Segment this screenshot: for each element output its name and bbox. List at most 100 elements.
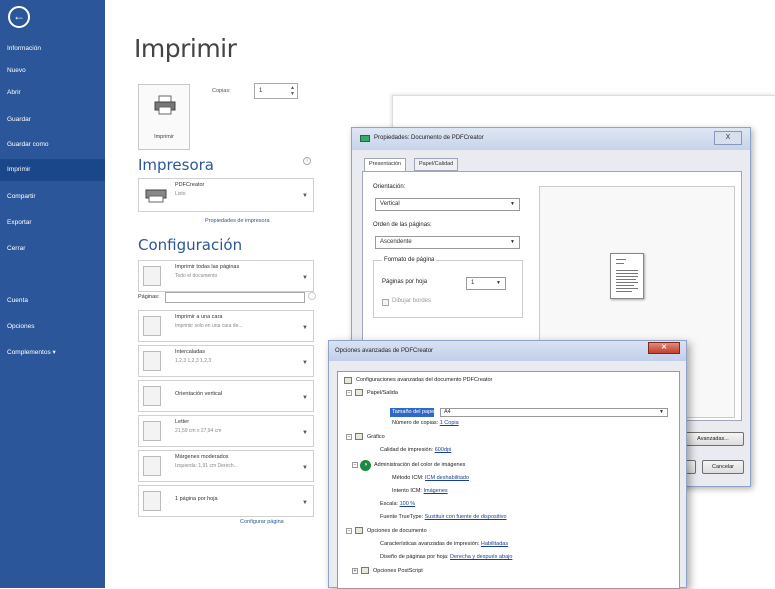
printer-icon xyxy=(344,377,352,384)
tree-postscript-options[interactable]: Opciones PostScript xyxy=(373,568,423,574)
tree-color-management[interactable]: Administración del color de imágenes xyxy=(374,462,465,468)
page-design-label: Diseño de páginas por hoja: xyxy=(380,554,449,560)
paper-size-label: Tamaño del papel: xyxy=(392,409,437,415)
tab-papel-calidad[interactable]: Papel/Calidad xyxy=(414,158,459,171)
setting-main: Márgenes moderados xyxy=(175,454,229,460)
close-button[interactable]: X xyxy=(714,131,742,145)
draw-borders-checkbox[interactable] xyxy=(382,299,389,306)
sides-dropdown[interactable]: Imprimir a una cara Imprimir solo en una… xyxy=(138,310,314,342)
scale-label: Escala: xyxy=(380,501,399,507)
sidebar-item-opciones[interactable]: Opciones xyxy=(0,316,105,338)
advanced-button[interactable]: Avanzadas... xyxy=(682,432,744,446)
print-button[interactable]: Imprimir xyxy=(138,84,190,150)
chevron-down-icon: ▼ xyxy=(302,359,308,366)
tree-print-quality-item[interactable]: Calidad de impresión: 600dpi xyxy=(380,447,451,453)
paper-size-value: A4 xyxy=(444,409,451,415)
truetype-value: Sustituir con fuente de dispositivo xyxy=(424,514,507,520)
orientation-select[interactable]: Vertical ▼ xyxy=(375,198,520,211)
page-setup-link[interactable]: Configurar página xyxy=(240,519,284,525)
pages-per-sheet-dropdown[interactable]: 1 página por hoja ▼ xyxy=(138,485,314,517)
sidebar-item-imprimir[interactable]: Imprimir xyxy=(0,159,105,181)
chevron-down-icon: ▼ xyxy=(510,201,515,207)
setting-main: Intercaladas xyxy=(175,349,205,355)
setting-main: Letter xyxy=(175,419,190,425)
dialog-titlebar[interactable]: Opciones avanzadas de PDFCreator ✕ xyxy=(329,341,686,361)
icm-method-label: Método ICM: xyxy=(392,475,424,481)
setting-main: Imprimir a una cara xyxy=(175,314,223,320)
collapse-icon[interactable]: − xyxy=(346,434,352,440)
orientation-value: Vertical xyxy=(380,201,400,207)
page-format-group: Formato de página Páginas por hoja 1 ▼ Di… xyxy=(373,257,523,318)
margins-dropdown[interactable]: Márgenes moderados Izquierda: 1,91 cm De… xyxy=(138,450,314,482)
pages-per-sheet-label: Páginas por hoja xyxy=(382,279,428,285)
sidebar-item-nuevo[interactable]: Nuevo xyxy=(0,60,105,82)
sidebar-item-cerrar[interactable]: Cerrar xyxy=(0,238,105,260)
sidebar-item-exportar[interactable]: Exportar xyxy=(0,212,105,234)
collated-icon xyxy=(143,351,161,371)
page-order-select[interactable]: Ascendente ▼ xyxy=(375,236,520,249)
paper-size-dropdown[interactable]: Letter 21,59 cm x 27,94 cm ▼ xyxy=(138,415,314,447)
printer-dropdown[interactable]: PDFCreator Listo ▼ xyxy=(138,178,314,212)
paper-size-select[interactable]: A4 ▼ xyxy=(440,408,668,417)
tab-presentacion[interactable]: Presentación xyxy=(364,158,407,172)
setting-main: Orientación vertical xyxy=(175,391,223,397)
copies-label: Copias: xyxy=(212,88,231,94)
pages-input[interactable] xyxy=(165,292,305,303)
sidebar-item-guardar-como[interactable]: Guardar como xyxy=(0,134,105,156)
printer-properties-link[interactable]: Propiedades de impresora xyxy=(205,218,270,224)
one-sided-icon xyxy=(143,316,161,336)
print-range-dropdown[interactable]: Imprimir todas las páginas Todo el docum… xyxy=(138,260,314,292)
config-section-title: Configuración xyxy=(138,236,243,254)
print-quality-value: 600dpi xyxy=(434,447,452,453)
expand-icon[interactable]: + xyxy=(352,568,358,574)
collapse-icon[interactable]: − xyxy=(346,390,352,396)
printer-icon xyxy=(360,135,370,142)
setting-sub: Izquierda: 1,91 cm Derech... xyxy=(175,463,238,469)
icm-intent-label: Intento ICM: xyxy=(392,488,422,494)
page-format-label: Formato de página xyxy=(382,257,437,263)
backstage-sidebar: ← Información Nuevo Abrir Guardar Guarda… xyxy=(0,0,105,588)
tree-document-options[interactable]: Opciones de documento xyxy=(367,528,427,534)
tree-icm-method-item[interactable]: Método ICM: ICM deshabilitado xyxy=(392,475,469,481)
dialog-title: Propiedades: Documento de PDFCreator xyxy=(374,135,484,141)
info-icon[interactable] xyxy=(308,292,316,300)
info-icon[interactable]: i xyxy=(303,157,311,165)
tree-root[interactable]: Configuraciones avanzadas del documento … xyxy=(356,377,492,383)
tree-scale-item[interactable]: Escala: 100 % xyxy=(380,501,415,507)
pages-per-sheet-select[interactable]: 1 ▼ xyxy=(466,277,506,290)
collate-dropdown[interactable]: Intercaladas 1,2,3 1,2,3 1,2,3 ▼ xyxy=(138,345,314,377)
cancel-button[interactable]: Cancelar xyxy=(702,460,744,474)
paper-size-icon xyxy=(143,421,161,441)
copies-value: 1 Copia xyxy=(439,420,459,426)
sidebar-item-cuenta[interactable]: Cuenta xyxy=(0,290,105,312)
collapse-icon[interactable]: − xyxy=(346,528,352,534)
back-arrow-icon[interactable]: ← xyxy=(8,6,30,28)
sidebar-item-informacion[interactable]: Información xyxy=(0,38,105,60)
spin-arrows-icon[interactable]: ▲ ▼ xyxy=(290,85,295,97)
tree-icm-intent-item[interactable]: Intento ICM: Imágenes xyxy=(392,488,448,494)
sidebar-item-abrir[interactable]: Abrir xyxy=(0,82,105,104)
collapse-icon[interactable]: − xyxy=(352,462,358,468)
printer-name: PDFCreator xyxy=(175,182,205,188)
tree-paper-output[interactable]: Papel/Salida xyxy=(367,390,398,396)
sidebar-item-complementos[interactable]: Complementos ▾ xyxy=(0,342,105,364)
tree-graphic[interactable]: Gráfico xyxy=(367,434,385,440)
chevron-down-icon: ▼ xyxy=(302,464,308,471)
pages-per-sheet-value: 1 xyxy=(471,280,475,286)
settings-tree: Configuraciones avanzadas del documento … xyxy=(337,371,680,589)
chevron-down-icon: ▼ xyxy=(496,280,501,286)
printer-icon xyxy=(154,95,176,115)
copies-stepper[interactable]: 1 ▲ ▼ xyxy=(254,83,298,99)
tree-page-design-item[interactable]: Diseño de páginas por hoja: Derecha y de… xyxy=(380,554,512,560)
dialog-titlebar[interactable]: Propiedades: Documento de PDFCreator X xyxy=(352,128,750,150)
setting-main: 1 página por hoja xyxy=(175,496,218,502)
chevron-down-icon: ▼ xyxy=(302,394,308,401)
close-button[interactable]: ✕ xyxy=(648,342,680,354)
sidebar-item-compartir[interactable]: Compartir xyxy=(0,186,105,208)
tree-copies-item[interactable]: Número de copias: 1 Copia xyxy=(392,420,459,426)
tree-advanced-features-item[interactable]: Características avanzadas de impresión: … xyxy=(380,541,508,547)
printer-device-icon xyxy=(145,189,167,203)
orientation-dropdown[interactable]: Orientación vertical ▼ xyxy=(138,380,314,412)
tree-truetype-item[interactable]: Fuente TrueType: Sustituir con fuente de… xyxy=(380,514,507,520)
sidebar-item-guardar[interactable]: Guardar xyxy=(0,109,105,131)
